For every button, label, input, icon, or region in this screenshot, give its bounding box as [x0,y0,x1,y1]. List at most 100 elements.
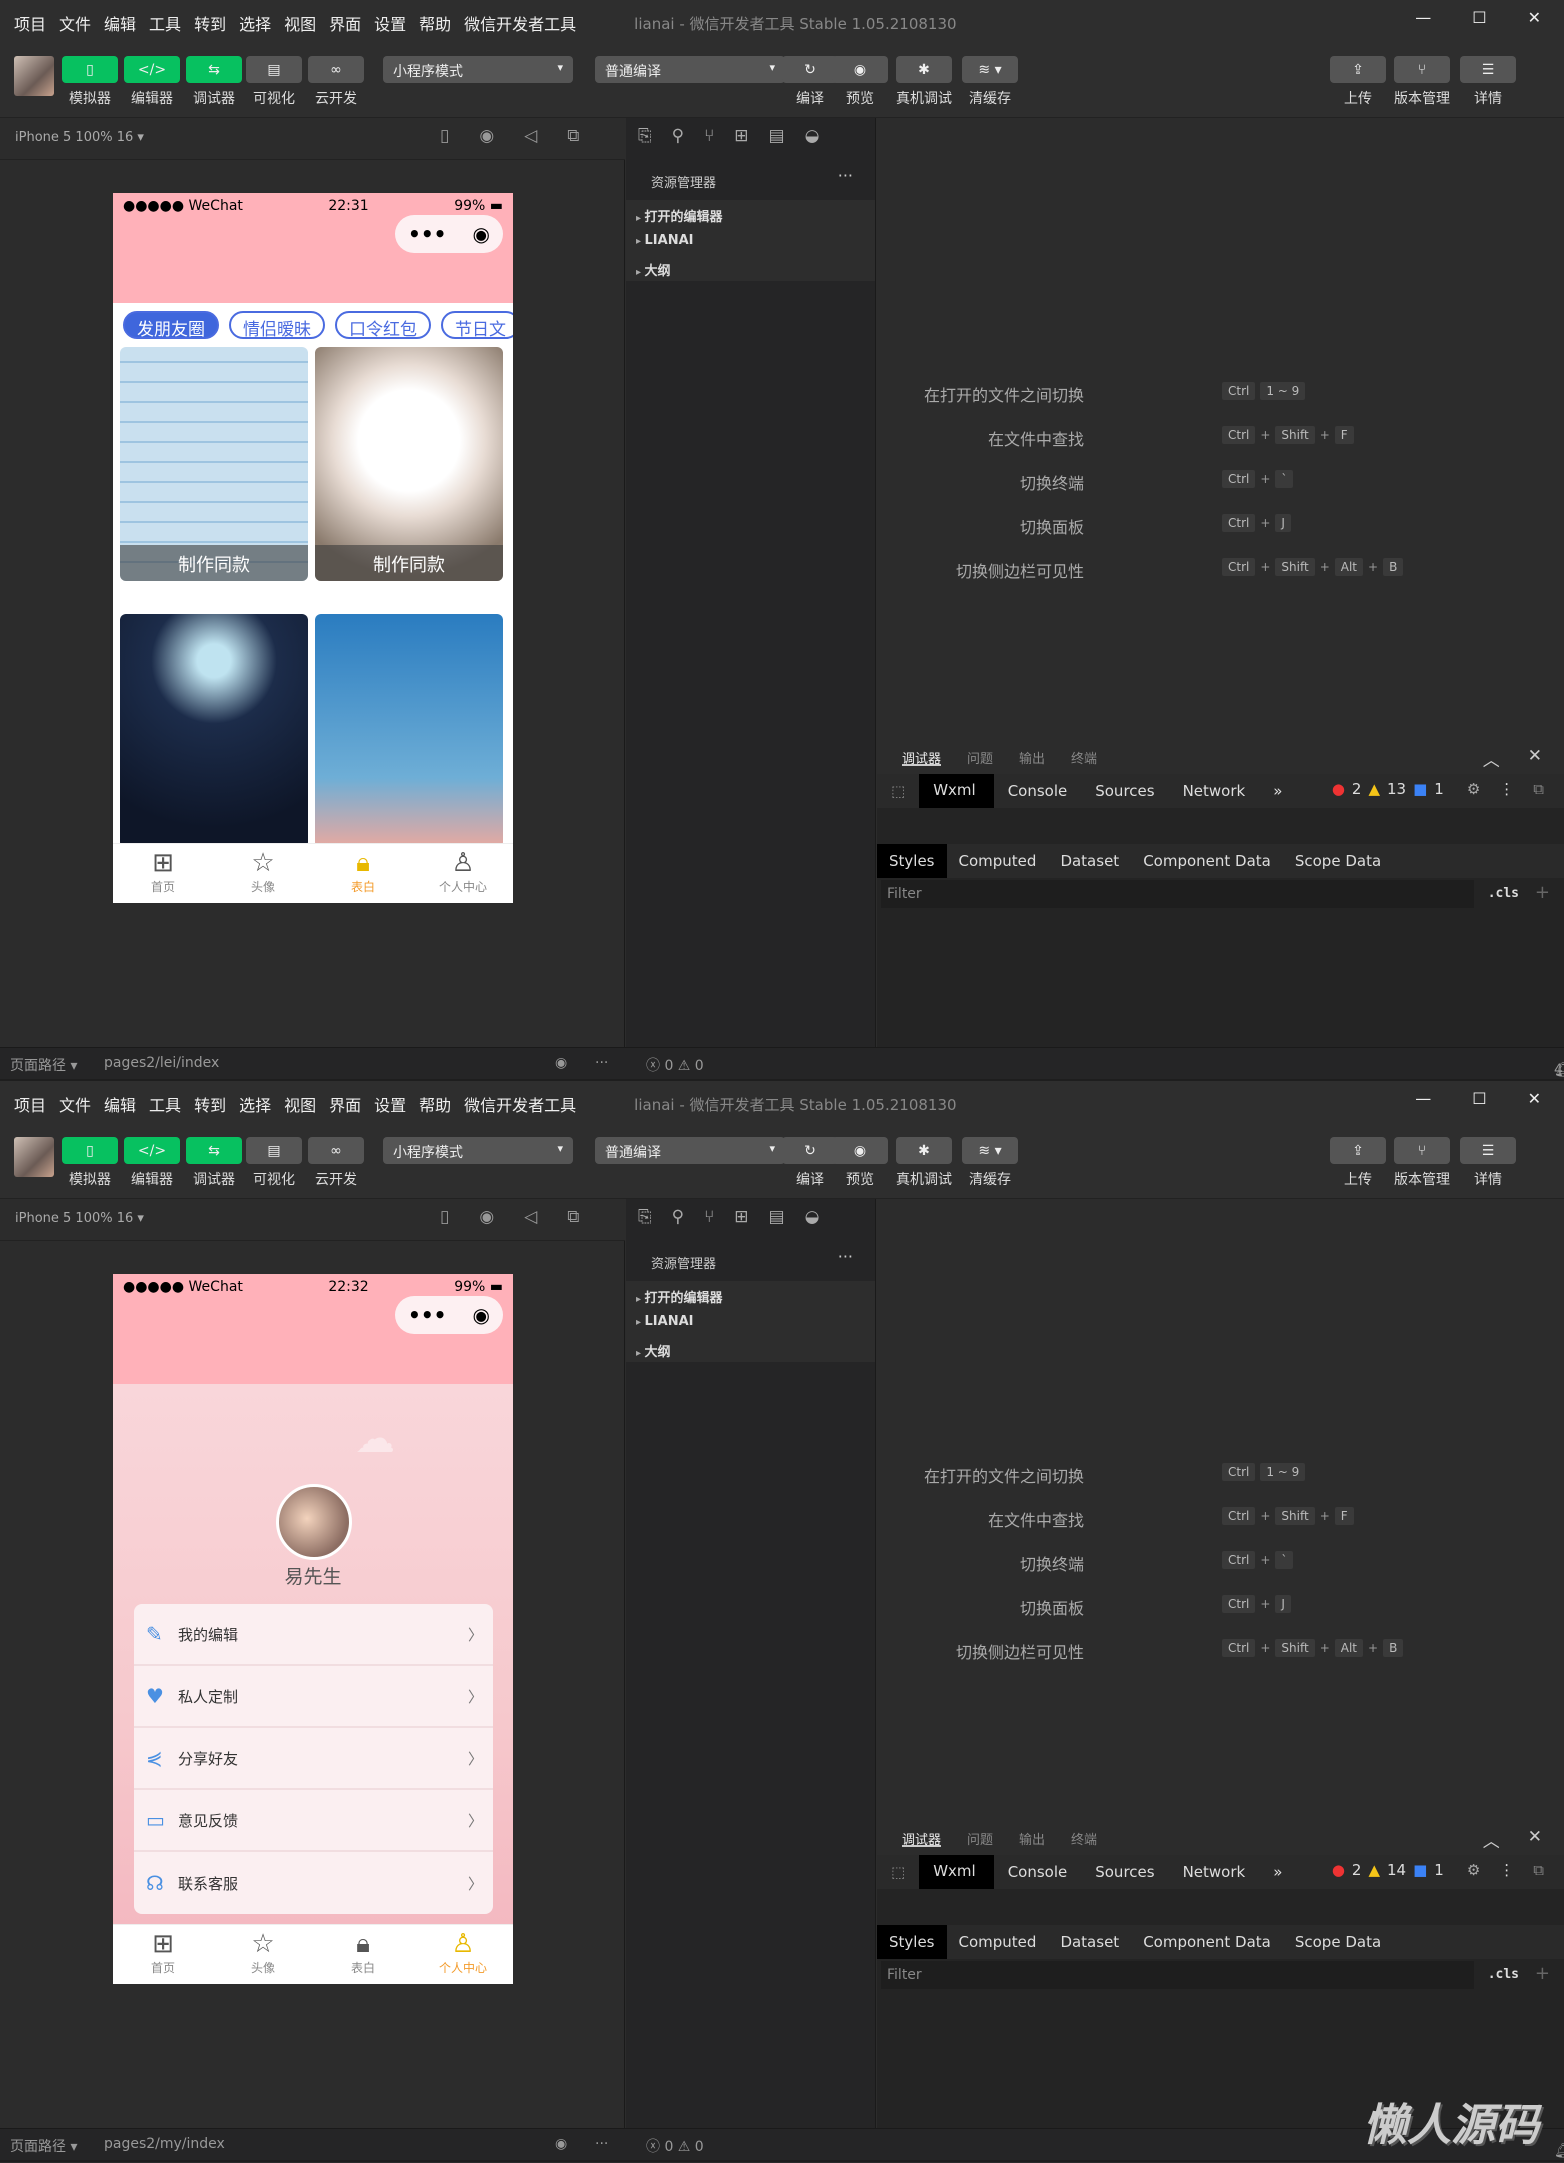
tab-problems[interactable]: 问题 [967,1829,993,1848]
minimize-icon[interactable]: — [1415,1089,1431,1108]
filter-input[interactable]: Filter [881,880,1474,908]
menu-view[interactable]: 视图 [284,11,316,35]
tab-sources[interactable]: Sources [1081,782,1168,800]
capsule-button[interactable]: ••• ◉ [395,215,503,253]
close-icon[interactable]: ✕ [1528,746,1542,771]
mode-select[interactable]: 小程序模式 [383,56,573,83]
detach-icon[interactable]: ⧉ [567,1207,579,1227]
problems-count[interactable]: ⓧ 0 ⚠ 0 [646,2136,704,2156]
tab-confess[interactable]: 🔒︎ 表白 [313,844,413,903]
debugger-button[interactable]: ⇆ 调试器 [186,1137,242,1189]
volume-icon[interactable]: ◁ [524,126,537,146]
filter-input[interactable]: Filter [881,1961,1474,1989]
close-icon[interactable]: ✕ [1528,1827,1542,1852]
tab-terminal[interactable]: 终端 [1071,1829,1097,1848]
menu-select[interactable]: 选择 [239,11,271,35]
menu-interface[interactable]: 界面 [329,11,361,35]
tab-home[interactable]: ⊞ 首页 [113,1925,213,1984]
tab-terminal[interactable]: 终端 [1071,748,1097,767]
menu-tools[interactable]: 工具 [149,1092,181,1116]
cls-toggle[interactable]: .cls [1488,1967,1519,1982]
maximize-icon[interactable]: ☐ [1472,1089,1486,1108]
tab-wxml[interactable]: Wxml [919,774,994,808]
tab-redpacket[interactable]: 口令红包 [335,311,431,340]
gear-icon[interactable]: ⚙ [1467,1861,1480,1879]
kebab-icon[interactable]: ⋮ [1499,1861,1514,1879]
explorer-outline[interactable]: 大纲 [626,1335,875,1362]
info-count[interactable]: 1 [1434,1861,1444,1879]
error-count[interactable]: 2 [1352,780,1362,798]
tab-confess[interactable]: 🔒︎ 表白 [313,1925,413,1984]
page-path[interactable]: pages2/my/index [104,2136,225,2152]
menu-project[interactable]: 项目 [14,1092,46,1116]
user-avatar[interactable] [14,1137,54,1177]
tab-scope-data[interactable]: Scope Data [1283,844,1393,878]
tab-debugger[interactable]: 调试器 [902,1829,942,1848]
menu-project[interactable]: 项目 [14,11,46,35]
tab-avatar[interactable]: ☆ 头像 [213,1925,313,1984]
tab-debugger[interactable]: 调试器 [902,748,942,767]
eye-icon[interactable]: ◉ [555,2136,567,2152]
make-same-button[interactable]: 制作同款 [120,545,308,581]
menu-share[interactable]: ⋞ 分享好友〉 [134,1728,493,1790]
more-tabs[interactable]: » [1259,1863,1296,1881]
explorer-project[interactable]: LIANAI [626,1308,875,1335]
warning-count[interactable]: 14 [1387,1861,1406,1879]
template-card[interactable]: 制作同款 [120,347,308,581]
tab-network[interactable]: Network [1169,1863,1260,1881]
upload-button[interactable]: ⇪ 上传 [1330,56,1386,108]
tab-wxml[interactable]: Wxml [919,1855,994,1889]
visual-button[interactable]: ▤ 可视化 [246,1137,302,1189]
git-icon[interactable]: ⑂ [704,126,714,152]
phone-icon[interactable]: ▯ [440,1207,449,1227]
menu-file[interactable]: 文件 [59,11,91,35]
eye-icon[interactable]: ◉ [555,1055,567,1071]
menu-settings[interactable]: 设置 [374,1092,406,1116]
menu-devtools[interactable]: 微信开发者工具 [464,11,576,35]
make-same-button[interactable]: 制作同款 [315,545,503,581]
close-icon[interactable]: ✕ [1528,1089,1541,1108]
dock-icon[interactable]: ⧉ [1533,780,1544,798]
template-card[interactable]: 制作同款 [315,347,503,581]
explorer-open-editors[interactable]: 打开的编辑器 [626,1281,875,1308]
more-tabs[interactable]: » [1259,782,1296,800]
tab-output[interactable]: 输出 [1019,748,1045,767]
tab-component-data[interactable]: Component Data [1131,1925,1283,1959]
clear-cache-button[interactable]: ≋ ▾ 清缓存 [962,1137,1018,1189]
git-icon[interactable]: ⑂ [704,1207,714,1233]
more-icon[interactable]: ··· [595,2136,608,2152]
page-path[interactable]: pages2/lei/index [104,1055,219,1071]
clear-cache-button[interactable]: ≋ ▾ 清缓存 [962,56,1018,108]
menu-help[interactable]: 帮助 [419,1092,451,1116]
menu-edit[interactable]: 编辑 [104,1092,136,1116]
more-icon[interactable]: ··· [838,166,853,185]
page-path-select[interactable]: 页面路径 ▾ [10,1055,77,1075]
compile-button[interactable]: ↻ 编译 [782,1137,838,1189]
tab-sources[interactable]: Sources [1081,1863,1168,1881]
inspect-icon[interactable]: ⬚ [877,782,919,800]
tab-profile[interactable]: ♙ 个人中心 [413,1925,513,1984]
tab-component-data[interactable]: Component Data [1131,844,1283,878]
warning-count[interactable]: 13 [1387,780,1406,798]
extensions-icon[interactable]: ⊞ [734,1207,748,1233]
tab-profile[interactable]: ♙ 个人中心 [413,844,513,903]
close-icon[interactable]: ✕ [1528,8,1541,27]
phone-icon[interactable]: ▯ [440,126,449,146]
add-rule-icon[interactable]: + [1535,1963,1550,1984]
cloud-button[interactable]: ∞ 云开发 [308,1137,364,1189]
editor-button[interactable]: </> 编辑器 [124,1137,180,1189]
bell-icon[interactable]: 🔔︎ [1554,2143,1564,2159]
volume-icon[interactable]: ◁ [524,1207,537,1227]
menu-view[interactable]: 视图 [284,1092,316,1116]
info-count[interactable]: 1 [1434,780,1444,798]
device-select[interactable]: iPhone 5 100% 16 ▾ [15,1211,144,1226]
more-icon[interactable]: ··· [838,1247,853,1266]
maximize-icon[interactable]: ☐ [1472,8,1486,27]
upload-button[interactable]: ⇪ 上传 [1330,1137,1386,1189]
menu-devtools[interactable]: 微信开发者工具 [464,1092,576,1116]
compile-button[interactable]: ↻ 编译 [782,56,838,108]
preview-button[interactable]: ◉ 预览 [832,56,888,108]
error-count[interactable]: 2 [1352,1861,1362,1879]
details-button[interactable]: ☰ 详情 [1460,1137,1516,1189]
chevron-up-icon[interactable]: ︿ [1483,746,1500,771]
